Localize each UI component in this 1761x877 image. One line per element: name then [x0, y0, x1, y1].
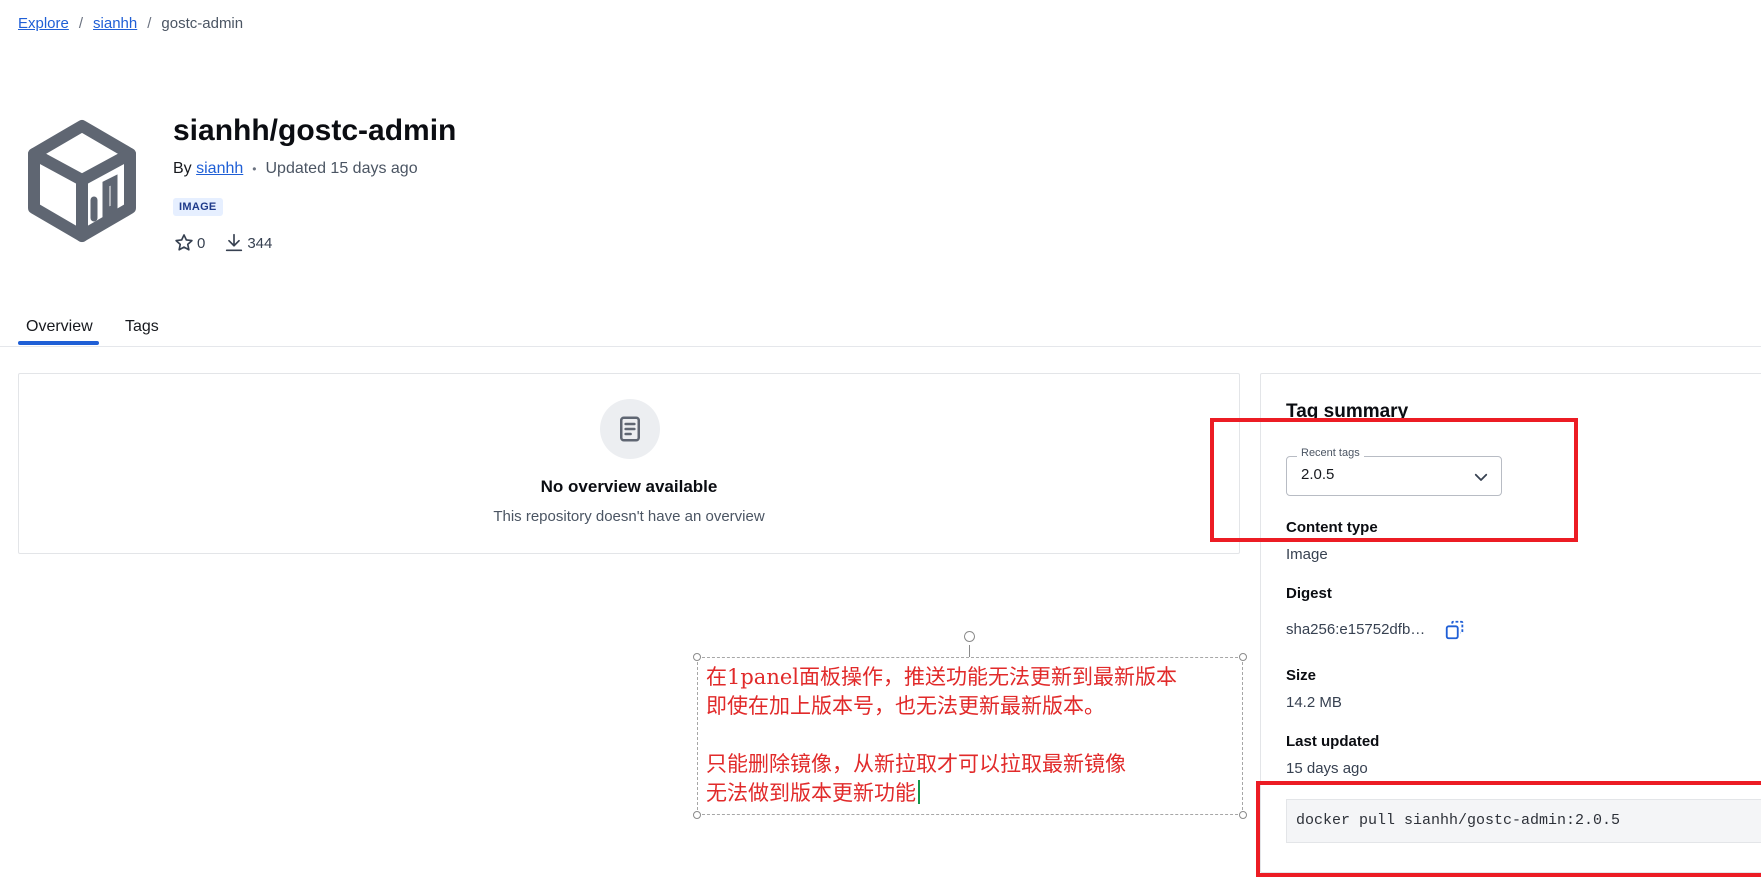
last-updated-value: 15 days ago [1286, 760, 1368, 777]
page-title: sianhh/gostc-admin [173, 114, 457, 147]
download-icon [226, 233, 243, 252]
digest-value[interactable]: sha256:e15752dfb… [1286, 621, 1425, 638]
byline: By sianhh • Updated 15 days ago [173, 160, 418, 178]
note-line-last: 无法做到版本更新功能 [706, 779, 1246, 808]
note-line: 无法做到版本更新功能 [706, 781, 916, 805]
annotation-note-text[interactable]: 在1panel面板操作，推送功能无法更新到最新版本 即使在加上版本号，也无法更新最… [706, 663, 1246, 808]
rotate-handle-stem [969, 645, 970, 657]
content-type-value: Image [1286, 546, 1328, 563]
star-icon [175, 234, 193, 251]
breadcrumb: Explore / sianhh / gostc-admin [18, 15, 243, 32]
resize-handle-top-left[interactable] [693, 653, 701, 661]
document-icon [600, 399, 660, 459]
breadcrumb-current: gostc-admin [161, 15, 244, 32]
dot-separator: • [252, 162, 257, 176]
no-overview-subtitle: This repository doesn't have an overview [493, 508, 765, 525]
tabs-divider [0, 346, 1761, 347]
updated-text: Updated 15 days ago [265, 160, 418, 177]
note-line [706, 721, 1246, 750]
breadcrumb-separator: / [147, 15, 152, 32]
by-label: By [173, 160, 192, 177]
rotate-handle[interactable] [964, 631, 975, 642]
repository-cube-icon [24, 118, 140, 244]
tab-tags[interactable]: Tags [125, 318, 159, 336]
size-label: Size [1286, 667, 1317, 684]
copy-icon[interactable] [1444, 619, 1466, 646]
active-tab-indicator [18, 341, 99, 345]
type-badge: IMAGE [173, 198, 223, 216]
size-value: 14.2 MB [1286, 694, 1342, 711]
resize-handle-top-right[interactable] [1239, 653, 1247, 661]
author-link[interactable]: sianhh [196, 160, 243, 178]
breadcrumb-separator: / [78, 15, 84, 32]
annotation-highlight-recent-tags [1210, 418, 1578, 542]
breadcrumb-explore-link[interactable]: Explore [18, 15, 69, 32]
digest-label: Digest [1286, 585, 1332, 602]
tab-overview[interactable]: Overview [26, 318, 93, 336]
no-overview-title: No overview available [540, 477, 718, 496]
stars-stat[interactable]: 0 [173, 232, 205, 254]
downloads-stat: 344 [223, 232, 272, 254]
resize-handle-bottom-left[interactable] [693, 811, 701, 819]
text-caret [918, 780, 920, 804]
last-updated-label: Last updated [1286, 733, 1380, 750]
repo-stats: 0 344 [173, 232, 290, 254]
stars-count: 0 [197, 234, 206, 252]
resize-handle-bottom-right[interactable] [1239, 811, 1247, 819]
note-line: 只能删除镜像，从新拉取才可以拉取最新镜像 [706, 752, 1126, 776]
note-line: 在1panel面板操作，推送功能无法更新到最新版本 [706, 665, 1177, 689]
note-line: 即使在加上版本号，也无法更新最新版本。 [706, 694, 1105, 718]
breadcrumb-user-link[interactable]: sianhh [93, 15, 137, 32]
annotation-highlight-pull-command [1256, 781, 1761, 877]
downloads-count: 344 [247, 234, 273, 252]
